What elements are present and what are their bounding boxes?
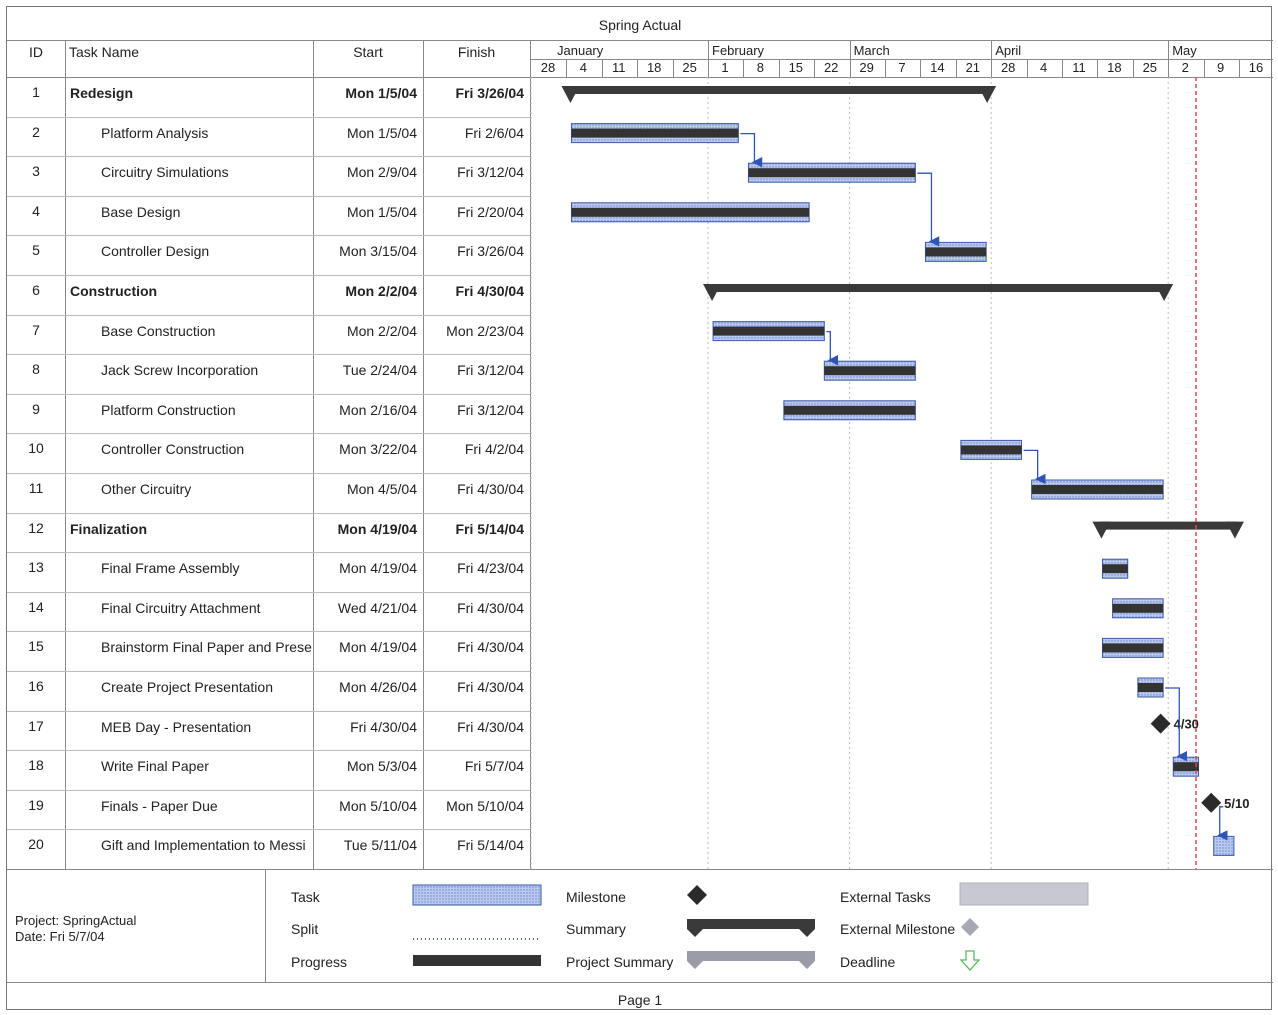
legend-external-tasks-label: External Tasks <box>840 889 931 905</box>
legend-project-summary-swatch <box>687 951 815 969</box>
legend-deadline-icon <box>959 950 981 971</box>
task-progress-bar <box>1102 643 1164 653</box>
project-info: Project: SpringActual Date: Fri 5/7/04 <box>15 913 136 945</box>
task-progress-bar <box>713 326 825 336</box>
legend-external-milestone-swatch <box>961 918 979 936</box>
task-progress-bar <box>571 128 739 138</box>
task-progress-bar <box>571 207 810 217</box>
legend-deadline-label: Deadline <box>840 954 896 970</box>
summary-end-cap <box>978 86 997 103</box>
task-progress-bar <box>1031 485 1164 494</box>
summary-end-cap <box>1155 284 1174 301</box>
task-progress-bar <box>783 405 916 415</box>
summary-start-cap <box>561 86 580 103</box>
summary-bar <box>568 86 990 94</box>
milestone-diamond <box>1201 792 1222 813</box>
page-number: Page 1 <box>617 992 663 1008</box>
task-progress-bar <box>1112 603 1164 613</box>
task-progress-bar <box>824 366 916 376</box>
dependency-arrow <box>1217 806 1228 841</box>
legend-summary-swatch <box>687 919 815 937</box>
legend-progress-label: Progress <box>291 954 348 970</box>
milestone-date-label: 4/30 <box>1174 717 1199 732</box>
task-progress-bar <box>925 247 987 257</box>
gantt-chart: 4/30 5/10 <box>412 77 1249 971</box>
project-date: Date: Fri 5/7/04 <box>15 929 105 944</box>
legend-task-swatch <box>412 884 542 906</box>
summary-start-cap <box>703 284 722 301</box>
milestone-date-label: 5/10 <box>1224 796 1249 811</box>
summary-end-cap <box>1225 521 1244 539</box>
task-progress-bar <box>748 168 916 178</box>
legend-summary-label: Summary <box>566 921 626 937</box>
legend-project-summary-label: Project Summary <box>566 954 674 970</box>
task-bar <box>1213 835 1235 856</box>
dependency-arrow <box>917 172 940 247</box>
task-progress-bar <box>960 445 1022 455</box>
milestone-diamond <box>1150 713 1171 734</box>
legend-milestone-label: Milestone <box>566 889 626 905</box>
summary-bar <box>1099 521 1237 530</box>
legend-external-milestone-label: External Milestone <box>840 921 956 937</box>
task-progress-bar <box>1137 683 1164 692</box>
project-name: Project: SpringActual <box>15 913 137 928</box>
dependency-arrow <box>1023 449 1046 485</box>
gantt-page: Spring Actual ID Task Name Start Finish … <box>6 6 1273 1010</box>
summary-start-cap <box>1092 521 1111 539</box>
task-progress-bar <box>1173 762 1199 772</box>
legend-progress-swatch <box>413 955 541 966</box>
dependency-arrow <box>740 132 763 168</box>
legend-split-label: Split <box>291 921 319 937</box>
legend-external-tasks-swatch <box>959 882 1089 906</box>
summary-bar <box>710 284 1167 292</box>
dependency-arrow <box>826 330 839 366</box>
legend-task-label: Task <box>291 889 320 905</box>
legend-milestone-swatch <box>687 885 707 905</box>
task-progress-bar <box>1102 564 1128 574</box>
